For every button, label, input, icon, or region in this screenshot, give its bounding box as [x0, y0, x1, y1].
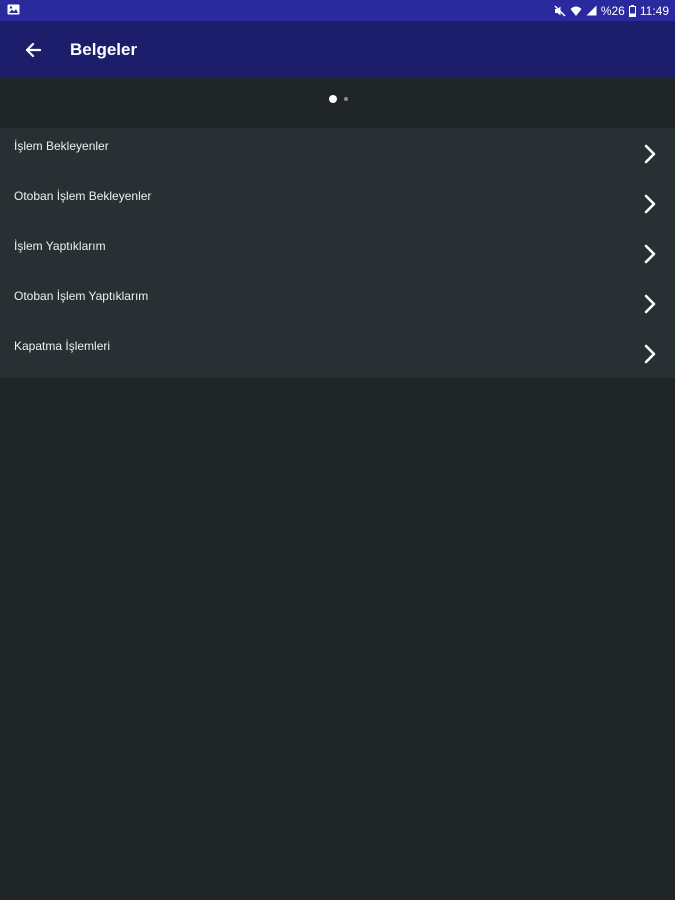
page-indicator [0, 95, 675, 103]
menu-list: İşlem Bekleyenler Otoban İşlem Bekleyenl… [0, 128, 675, 378]
page-dot-inactive[interactable] [344, 97, 348, 101]
signal-icon [586, 5, 597, 16]
menu-item-label: İşlem Bekleyenler [14, 139, 109, 153]
status-left [7, 2, 554, 20]
menu-item-otoban-islem-yaptiklarim[interactable]: Otoban İşlem Yaptıklarım [0, 278, 675, 328]
battery-icon [628, 4, 636, 17]
menu-item-label: Otoban İşlem Yaptıklarım [14, 289, 149, 303]
image-icon [7, 2, 20, 20]
page-dot-active[interactable] [329, 95, 337, 103]
mute-icon [554, 5, 566, 17]
menu-item-kapatma-islemleri[interactable]: Kapatma İşlemleri [0, 328, 675, 378]
wifi-icon [570, 5, 582, 17]
menu-item-label: Kapatma İşlemleri [14, 339, 111, 353]
status-right: %26 11:49 [554, 4, 669, 18]
menu-item-islem-bekleyenler[interactable]: İşlem Bekleyenler [0, 128, 675, 178]
pager-area [0, 78, 675, 128]
app-bar: Belgeler [0, 21, 675, 78]
menu-item-label: İşlem Yaptıklarım [14, 239, 106, 253]
arrow-left-icon [25, 42, 41, 57]
menu-item-label: Otoban İşlem Bekleyenler [14, 189, 152, 203]
chevron-right-icon [644, 194, 656, 214]
status-time: 11:49 [639, 3, 669, 18]
back-button[interactable] [13, 30, 53, 70]
menu-item-islem-yaptiklarim[interactable]: İşlem Yaptıklarım [0, 228, 675, 278]
battery-text: %26 [600, 3, 625, 18]
chevron-right-icon [644, 344, 656, 364]
status-bar: %26 11:49 [0, 0, 675, 21]
chevron-right-icon [644, 144, 656, 164]
chevron-right-icon [644, 294, 656, 314]
chevron-right-icon [644, 244, 656, 264]
menu-item-otoban-islem-bekleyenler[interactable]: Otoban İşlem Bekleyenler [0, 178, 675, 228]
page-title: Belgeler [70, 39, 138, 59]
